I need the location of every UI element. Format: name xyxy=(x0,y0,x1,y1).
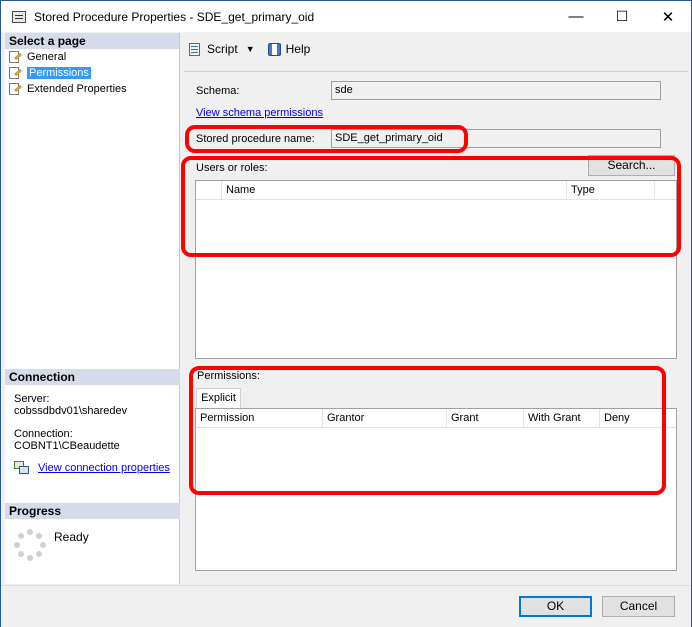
progress-spinner-icon xyxy=(14,529,46,561)
view-schema-permissions-link[interactable]: View schema permissions xyxy=(196,107,323,119)
window-title: Stored Procedure Properties - SDE_get_pr… xyxy=(34,9,315,24)
left-panel: Select a page General Permissions Extend… xyxy=(5,33,180,584)
help-button[interactable]: Help xyxy=(267,42,311,57)
page-item-extended-properties[interactable]: Extended Properties xyxy=(5,81,179,97)
view-connection-properties-link[interactable]: View connection properties xyxy=(38,462,170,474)
script-label: Script xyxy=(207,42,238,56)
help-label: Help xyxy=(285,42,311,56)
progress-section: Progress Ready xyxy=(5,503,180,561)
dropdown-arrow-icon[interactable]: ▼ xyxy=(246,44,255,54)
properties-page-icon xyxy=(9,67,23,79)
help-icon xyxy=(267,42,282,57)
highlight-permissions xyxy=(189,366,666,495)
progress-header: Progress xyxy=(5,503,180,519)
app-icon xyxy=(12,10,26,23)
title-bar: Stored Procedure Properties - SDE_get_pr… xyxy=(1,1,691,32)
minimize-button[interactable]: — xyxy=(553,1,599,32)
select-page-header: Select a page xyxy=(5,33,179,49)
script-icon xyxy=(188,42,203,57)
connection-icon xyxy=(14,461,30,475)
connection-value: COBNT1\CBeaudette xyxy=(14,440,120,452)
connection-header: Connection xyxy=(5,369,180,385)
properties-page-icon xyxy=(9,51,23,63)
highlight-users-roles xyxy=(181,156,681,257)
connection-section: Connection Server: cobssdbdv01\sharedev … xyxy=(5,369,180,475)
page-item-general[interactable]: General xyxy=(5,49,179,65)
page-item-label: General xyxy=(27,51,67,63)
page-item-label: Extended Properties xyxy=(27,83,127,95)
progress-status: Ready xyxy=(54,530,89,544)
properties-page-icon xyxy=(9,83,23,95)
highlight-sp-name xyxy=(185,125,468,153)
connection-label: Connection: xyxy=(14,428,73,440)
cancel-button[interactable]: Cancel xyxy=(602,596,675,617)
ok-button[interactable]: OK xyxy=(519,596,592,617)
server-value: cobssdbdv01\sharedev xyxy=(14,405,128,417)
page-item-permissions[interactable]: Permissions xyxy=(5,65,179,81)
schema-field: sde xyxy=(331,81,661,100)
toolbar: Script ▼ Help xyxy=(181,33,691,65)
maximize-button[interactable]: ☐ xyxy=(599,1,645,32)
page-item-label: Permissions xyxy=(27,67,91,79)
server-label: Server: xyxy=(14,393,50,405)
toolbar-separator xyxy=(184,71,688,72)
schema-label: Schema: xyxy=(196,85,240,97)
script-button[interactable]: Script xyxy=(188,42,238,57)
close-button[interactable]: ✕ xyxy=(645,1,691,32)
properties-dialog: Stored Procedure Properties - SDE_get_pr… xyxy=(0,0,692,627)
dialog-button-bar: OK Cancel xyxy=(1,585,691,627)
